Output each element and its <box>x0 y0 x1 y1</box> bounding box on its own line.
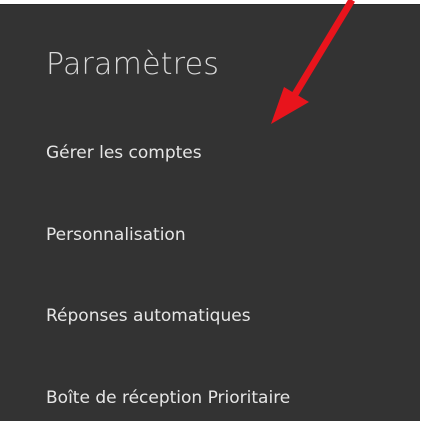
settings-item-manage-accounts[interactable]: Gérer les comptes <box>0 131 420 175</box>
settings-item-label: Boîte de réception Prioritaire <box>46 388 291 408</box>
settings-item-focused-inbox[interactable]: Boîte de réception Prioritaire <box>0 376 420 420</box>
settings-item-automatic-replies[interactable]: Réponses automatiques <box>0 294 420 338</box>
screenshot: Paramètres Gérer les comptes Personnalis… <box>0 0 427 421</box>
settings-item-label: Personnalisation <box>46 225 186 245</box>
settings-panel: Paramètres Gérer les comptes Personnalis… <box>0 4 420 421</box>
settings-menu: Gérer les comptes Personnalisation Répon… <box>0 5 420 421</box>
settings-item-personalization[interactable]: Personnalisation <box>0 213 420 257</box>
settings-item-label: Réponses automatiques <box>46 306 251 326</box>
settings-item-label: Gérer les comptes <box>46 143 202 163</box>
